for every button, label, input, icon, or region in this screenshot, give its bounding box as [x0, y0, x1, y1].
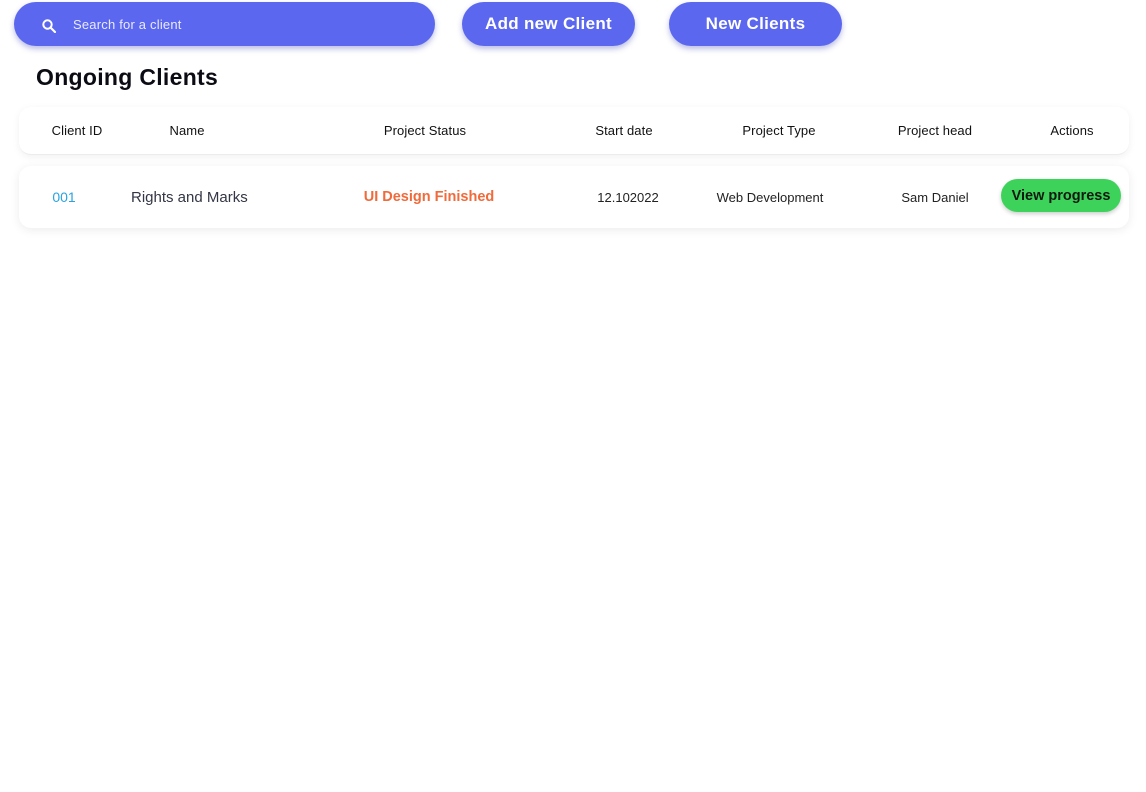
header-name: Name — [169, 123, 205, 138]
project-status: UI Design Finished — [363, 189, 495, 205]
search-icon — [42, 19, 56, 33]
client-name: Rights and Marks — [131, 188, 248, 206]
client-id[interactable]: 001 — [34, 166, 94, 228]
new-clients-button[interactable]: New Clients — [669, 2, 842, 46]
header-project-head: Project head — [897, 123, 973, 138]
search-bar[interactable] — [14, 2, 435, 46]
search-input[interactable] — [73, 2, 413, 46]
header-client-id: Client ID — [51, 123, 103, 138]
start-date: 12.102022 — [597, 189, 659, 205]
header-project-type: Project Type — [742, 123, 816, 138]
header-start-date: Start date — [595, 123, 653, 138]
add-new-client-button[interactable]: Add new Client — [462, 2, 635, 46]
clients-page: Add new Client New Clients Ongoing Clien… — [0, 0, 1146, 792]
table-row: 001 Rights and Marks UI Design Finished … — [19, 166, 1129, 228]
project-head: Sam Daniel — [901, 189, 969, 205]
header-actions: Actions — [1050, 123, 1094, 138]
table-header: Client ID Name Project Status Start date… — [19, 107, 1129, 155]
page-title: Ongoing Clients — [36, 64, 219, 90]
header-project-status: Project Status — [383, 123, 467, 138]
project-type: Web Development — [716, 189, 824, 205]
view-progress-button[interactable]: View progress — [1001, 179, 1121, 212]
